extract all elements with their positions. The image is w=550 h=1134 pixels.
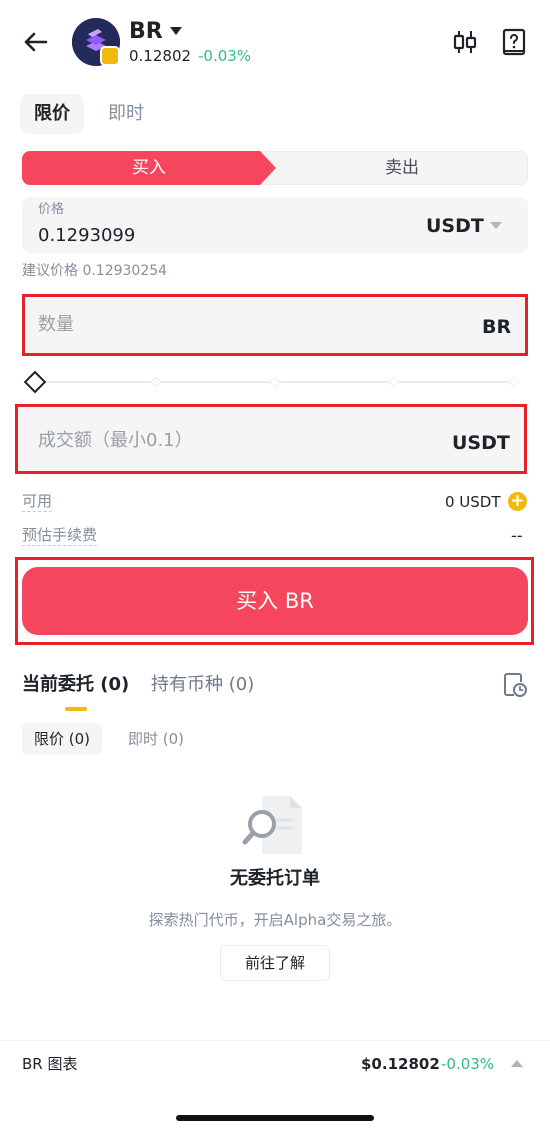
fee-label: 预估手续费 <box>22 526 98 546</box>
chart-bar-price: $0.12802 <box>361 1055 440 1073</box>
chevron-up-icon[interactable] <box>511 1060 523 1067</box>
candlestick-chart-icon[interactable] <box>452 28 478 56</box>
subtab-market[interactable]: 即时 (0) <box>116 723 196 755</box>
sell-tab[interactable]: 卖出 <box>276 151 528 185</box>
home-indicator <box>176 1115 374 1121</box>
price-unit-select[interactable]: USDT <box>426 213 484 239</box>
header-change: -0.03% <box>198 47 252 65</box>
symbol-dropdown-icon[interactable] <box>170 27 182 35</box>
slider-stop-100[interactable] <box>508 376 520 388</box>
explore-button[interactable]: 前往了解 <box>220 945 330 981</box>
add-funds-icon[interactable]: + <box>508 492 527 511</box>
empty-search-document-icon <box>242 794 304 856</box>
amount-input[interactable]: 数量 <box>38 313 74 337</box>
chart-bar-change: -0.03% <box>441 1055 495 1073</box>
slider-stop-50[interactable] <box>269 376 281 388</box>
back-arrow-icon[interactable] <box>20 26 52 58</box>
amount-field[interactable] <box>22 294 528 356</box>
suggested-price: 建议价格 0.12930254 <box>22 263 168 279</box>
chevron-down-icon[interactable] <box>490 222 502 229</box>
buy-tab[interactable]: 买入 <box>22 151 276 185</box>
header-price: 0.12802 <box>129 47 192 65</box>
order-history-icon[interactable] <box>502 672 528 698</box>
price-input[interactable]: 0.1293099 <box>38 224 135 248</box>
fee-value: -- <box>511 526 523 545</box>
amount-unit: BR <box>482 316 512 338</box>
help-book-icon[interactable] <box>502 28 526 56</box>
price-label: 价格 <box>38 202 65 217</box>
chain-badge-icon <box>100 46 120 66</box>
available-label: 可用 <box>22 492 53 512</box>
total-input[interactable]: 成交额（最小0.1） <box>38 429 193 453</box>
tab-holdings[interactable]: 持有币种 (0) <box>151 673 254 697</box>
tab-limit[interactable]: 限价 <box>20 94 84 134</box>
slider-handle[interactable] <box>23 370 47 394</box>
slider-stop-75[interactable] <box>388 376 400 388</box>
slider-stop-25[interactable] <box>150 376 162 388</box>
available-value: 0 USDT <box>445 493 501 511</box>
active-tab-indicator <box>65 707 87 711</box>
total-unit: USDT <box>452 432 510 454</box>
buy-button[interactable]: 买入 BR <box>22 567 528 635</box>
tab-market[interactable]: 即时 <box>96 94 156 134</box>
empty-state-title: 无委托订单 <box>230 868 320 889</box>
chart-bar-title[interactable]: BR 图表 <box>22 1054 77 1074</box>
subtab-limit[interactable]: 限价 (0) <box>22 723 102 755</box>
symbol-title[interactable]: BR <box>129 18 163 46</box>
empty-state-description: 探索热门代币，开启Alpha交易之旅。 <box>148 911 402 929</box>
tab-open-orders[interactable]: 当前委托 (0) <box>22 673 129 697</box>
